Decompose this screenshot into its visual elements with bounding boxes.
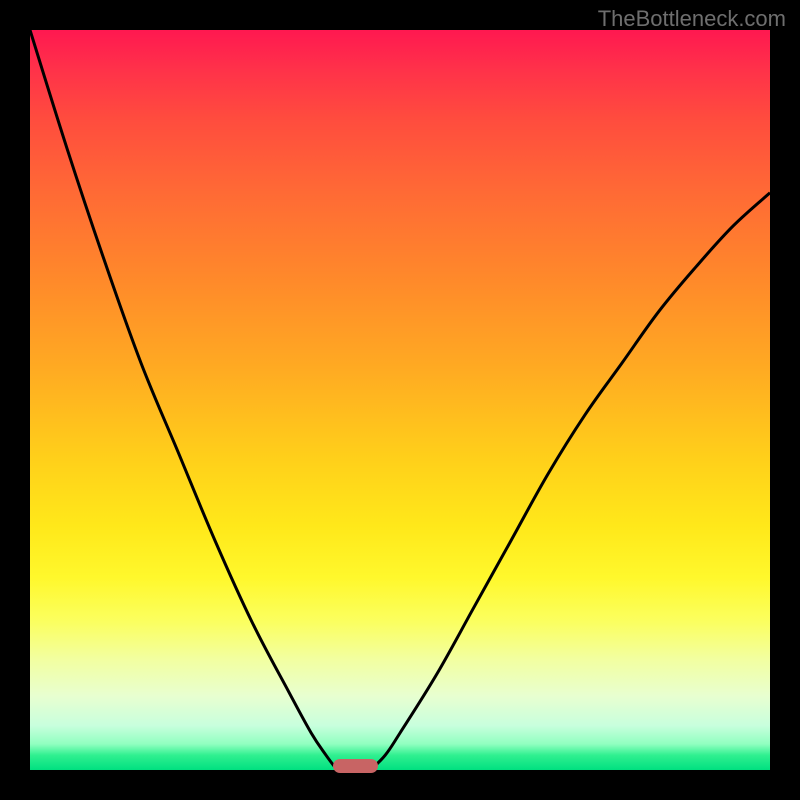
curves-svg xyxy=(30,30,770,770)
watermark-label: TheBottleneck.com xyxy=(598,6,786,32)
plot-gradient-area xyxy=(30,30,770,770)
left-bottleneck-curve xyxy=(30,30,337,770)
right-bottleneck-curve xyxy=(370,193,770,770)
optimal-range-marker xyxy=(333,759,377,773)
